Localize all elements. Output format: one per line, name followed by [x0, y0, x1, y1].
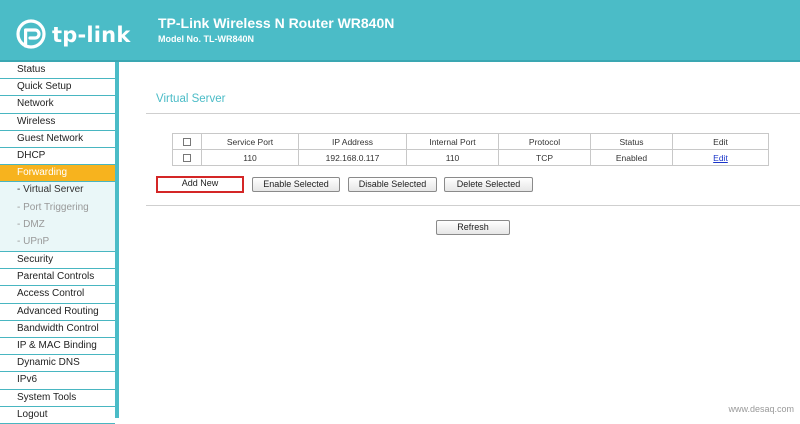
sidebar-item-dynamic-dns[interactable]: Dynamic DNS [0, 355, 115, 373]
sidebar-item-security[interactable]: Security [0, 252, 115, 270]
table-header-row: Service Port IP Address Internal Port Pr… [172, 133, 769, 150]
forwarding-submenu: - Virtual Server - Port Triggering - DMZ… [0, 182, 115, 253]
brand-name: tp-link [52, 23, 131, 47]
sidebar-item-forwarding[interactable]: Forwarding [0, 165, 115, 183]
sidebar-menu: Status Quick Setup Network Wireless Gues… [0, 62, 119, 424]
column-header: Protocol [498, 133, 591, 150]
enable-selected-button[interactable]: Enable Selected [252, 177, 340, 192]
column-header: IP Address [298, 133, 407, 150]
edit-link[interactable]: Edit [713, 153, 728, 163]
ip-address-cell: 192.168.0.117 [298, 149, 407, 166]
watermark-text: www.desaq.com [728, 404, 794, 414]
page-header-title: TP-Link Wireless N Router WR840N [158, 15, 395, 31]
sidebar-item-access-control[interactable]: Access Control [0, 286, 115, 304]
column-header: Edit [672, 133, 769, 150]
disable-selected-button[interactable]: Disable Selected [348, 177, 437, 192]
service-port-cell: 110 [201, 149, 299, 166]
model-number: Model No. TL-WR840N [158, 34, 254, 44]
main-content: Virtual Server Service Port IP Address I… [123, 62, 800, 418]
sidebar-subitem-port-triggering[interactable]: - Port Triggering [0, 199, 115, 217]
status-cell: Enabled [590, 149, 673, 166]
sidebar-item-status[interactable]: Status [0, 62, 115, 80]
sidebar-item-wireless[interactable]: Wireless [0, 113, 115, 131]
column-header: Internal Port [406, 133, 499, 150]
protocol-cell: TCP [498, 149, 591, 166]
delete-selected-button[interactable]: Delete Selected [444, 177, 533, 192]
column-header: Status [590, 133, 673, 150]
sidebar-item-ip-mac-binding[interactable]: IP & MAC Binding [0, 338, 115, 356]
refresh-button[interactable]: Refresh [436, 220, 510, 235]
tp-link-logo-icon [16, 19, 46, 49]
sidebar-item-advanced-routing[interactable]: Advanced Routing [0, 303, 115, 321]
brand-logo: tp-link [16, 18, 131, 52]
sidebar-item-dhcp[interactable]: DHCP [0, 147, 115, 166]
sidebar-subitem-dmz[interactable]: - DMZ [0, 216, 115, 234]
sidebar-item-ipv6[interactable]: IPv6 [0, 372, 115, 390]
sidebar-item-quick-setup[interactable]: Quick Setup [0, 79, 115, 97]
header-bar: tp-link TP-Link Wireless N Router WR840N… [0, 0, 800, 62]
table-row: 110 192.168.0.117 110 TCP Enabled Edit [172, 149, 769, 166]
virtual-server-table: Service Port IP Address Internal Port Pr… [172, 133, 769, 166]
row-select-cell [172, 149, 202, 166]
title-divider [146, 113, 800, 114]
add-new-button[interactable]: Add New [156, 176, 244, 193]
sidebar-item-guest-network[interactable]: Guest Network [0, 130, 115, 148]
sidebar-item-logout[interactable]: Logout [0, 406, 115, 424]
select-all-cell [172, 133, 202, 150]
sidebar-item-system-tools[interactable]: System Tools [0, 389, 115, 407]
row-checkbox[interactable] [183, 154, 191, 163]
page-title: Virtual Server [156, 93, 226, 105]
select-all-checkbox[interactable] [183, 138, 191, 147]
sidebar-item-network[interactable]: Network [0, 96, 115, 114]
column-header: Service Port [201, 133, 299, 150]
sidebar-subitem-virtual-server[interactable]: - Virtual Server [0, 182, 115, 200]
internal-port-cell: 110 [406, 149, 499, 166]
sidebar-subitem-upnp[interactable]: - UPnP [0, 233, 115, 252]
sidebar-item-parental-controls[interactable]: Parental Controls [0, 269, 115, 287]
sidebar-item-bandwidth-control[interactable]: Bandwidth Control [0, 320, 115, 338]
button-divider [146, 205, 800, 206]
edit-cell: Edit [672, 149, 769, 166]
